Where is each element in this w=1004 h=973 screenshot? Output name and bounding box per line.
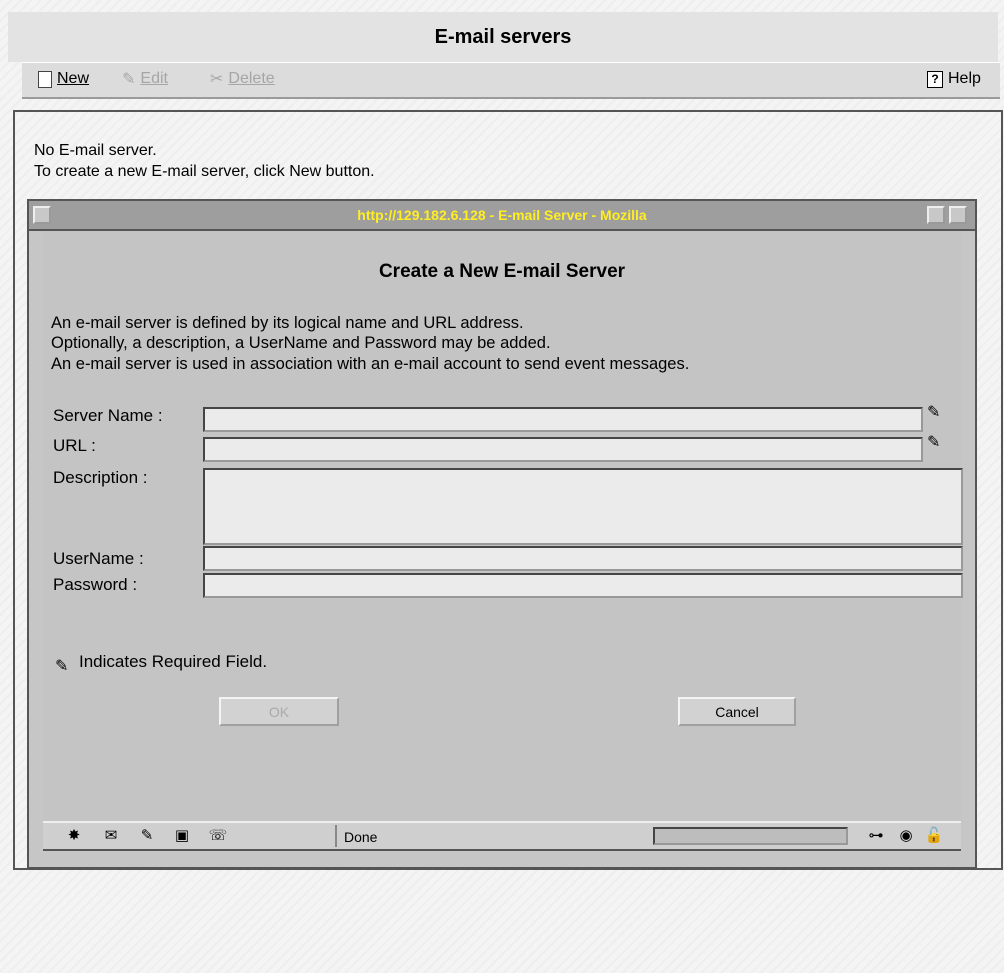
status-text: Done <box>344 829 378 845</box>
description-line-1: An e-mail server is defined by its logic… <box>51 314 524 332</box>
url-input[interactable] <box>203 437 923 462</box>
maximize-button[interactable] <box>949 206 967 224</box>
no-server-message: No E-mail server. <box>34 142 157 159</box>
popup-title: http://129.182.6.128 - E-mail Server - M… <box>357 207 647 223</box>
status-separator <box>335 825 337 847</box>
username-label: UserName : <box>53 549 144 568</box>
description-label: Description : <box>53 468 148 487</box>
form-heading: Create a New E-mail Server <box>378 261 626 282</box>
new-label: New <box>57 70 90 87</box>
window-title: E-mail servers <box>434 25 572 48</box>
popup-title-bar: http://129.182.6.128 - E-mail Server - M… <box>29 201 975 231</box>
privacy-icon[interactable]: ◉ <box>895 827 917 845</box>
help-label: Help <box>948 70 981 87</box>
browser-status-bar: ✸ ✉ ✎ ▣ ☏ Done ⊶ ◉ 🔓 <box>43 821 961 851</box>
address-book-icon[interactable]: ▣ <box>171 827 193 845</box>
window-title-bar: E-mail servers <box>8 12 998 62</box>
online-status-icon[interactable]: ⊶ <box>861 827 891 845</box>
edit-button[interactable]: ✎ Edit <box>122 67 168 91</box>
delete-icon: ✂ <box>210 71 224 88</box>
description-line-3: An e-mail server is used in association … <box>51 355 690 373</box>
minimize-button[interactable] <box>927 206 945 224</box>
required-field-icon: ✎ <box>55 658 69 675</box>
edit-label: Edit <box>140 70 168 87</box>
username-input[interactable] <box>203 546 963 571</box>
required-field-icon: ✎ <box>927 434 941 451</box>
server-name-input[interactable] <box>203 407 923 432</box>
delete-button[interactable]: ✂ Delete <box>210 67 275 91</box>
create-hint-message: To create a new E-mail server, click New… <box>34 163 375 180</box>
toolbar: New ✎ Edit ✂ Delete ? Help <box>22 62 1000 99</box>
help-icon: ? <box>927 70 943 88</box>
popup-body: Create a New E-mail Server An e-mail ser… <box>43 231 963 821</box>
description-line-2: Optionally, a description, a UserName an… <box>51 334 551 352</box>
chat-icon[interactable]: ☏ <box>207 827 229 845</box>
url-label: URL : <box>53 436 96 455</box>
new-button[interactable]: New <box>38 67 89 91</box>
server-name-label: Server Name : <box>53 406 163 425</box>
ok-button[interactable]: OK <box>219 697 339 726</box>
password-input[interactable] <box>203 573 963 598</box>
help-button[interactable]: ? Help <box>927 67 981 91</box>
navigator-icon[interactable]: ✸ <box>63 827 85 845</box>
delete-label: Delete <box>228 70 275 87</box>
new-document-icon <box>38 70 52 88</box>
mail-icon[interactable]: ✉ <box>100 827 122 845</box>
progress-bar <box>653 827 848 845</box>
edit-icon: ✎ <box>122 71 136 88</box>
mozilla-popup-window: http://129.182.6.128 - E-mail Server - M… <box>27 199 977 869</box>
description-textarea[interactable] <box>203 468 963 545</box>
required-field-icon: ✎ <box>927 404 941 421</box>
required-field-note: Indicates Required Field. <box>79 652 268 671</box>
password-label: Password : <box>53 575 138 594</box>
composer-icon[interactable]: ✎ <box>136 827 158 845</box>
security-lock-icon[interactable]: 🔓 <box>923 827 945 845</box>
cancel-button[interactable]: Cancel <box>678 697 796 726</box>
